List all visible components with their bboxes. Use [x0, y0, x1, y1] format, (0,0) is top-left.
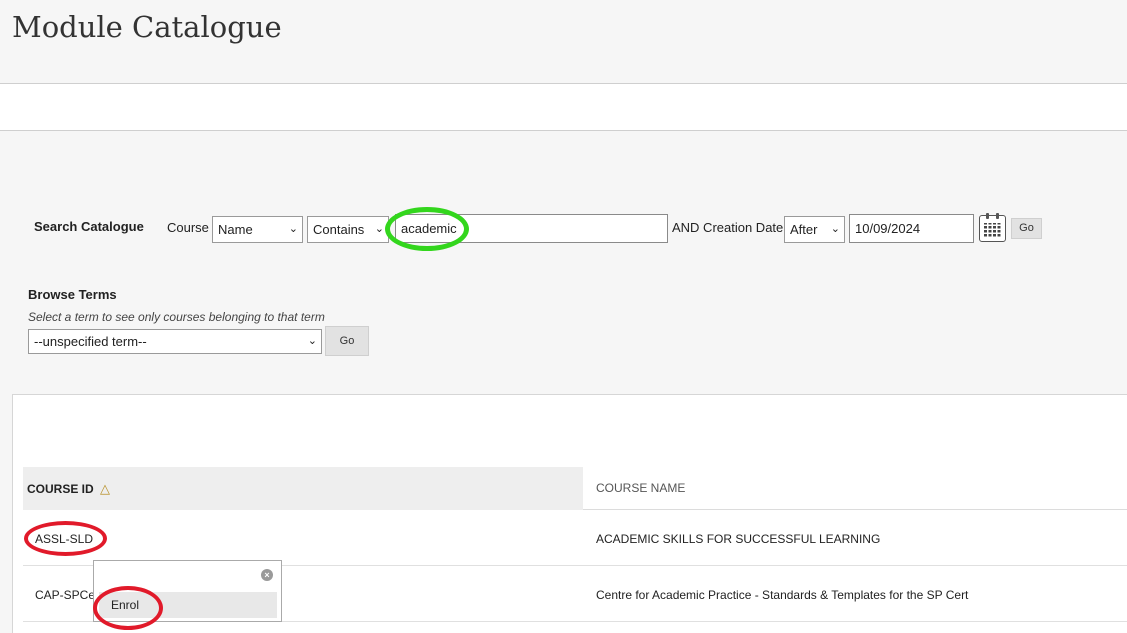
browse-terms-label: Browse Terms — [28, 287, 117, 302]
term-select-value: --unspecified term-- — [34, 334, 147, 349]
course-name: Centre for Academic Practice - Standards… — [596, 588, 969, 602]
search-operator-select[interactable]: Contains ⌄ — [307, 216, 389, 243]
search-catalogue-label: Search Catalogue — [34, 219, 144, 234]
chevron-down-icon: ⌄ — [830, 223, 840, 235]
date-operator-select[interactable]: After ⌄ — [784, 216, 845, 243]
highlight-annotation — [93, 586, 163, 630]
course-label: Course — [167, 220, 209, 235]
search-input[interactable]: academic — [395, 214, 668, 243]
browse-terms-hint: Select a term to see only courses belong… — [28, 310, 325, 324]
search-field-select-value: Name — [218, 222, 253, 237]
divider — [0, 130, 1127, 131]
course-id-link[interactable]: CAP-SPCe — [35, 588, 95, 602]
search-operator-select-value: Contains — [313, 222, 365, 237]
search-go-button[interactable]: Go — [1011, 218, 1042, 239]
divider — [583, 509, 1127, 510]
creation-date-label: AND Creation Date — [672, 220, 784, 235]
date-operator-select-value: After — [790, 222, 818, 237]
search-field-select[interactable]: Name ⌄ — [212, 216, 303, 243]
term-select[interactable]: --unspecified term-- ⌄ — [28, 329, 322, 354]
column-header-course-id-label[interactable]: COURSE ID △ — [27, 481, 110, 497]
close-icon[interactable]: × — [261, 569, 273, 581]
page-title: Module Catalogue — [12, 10, 282, 44]
browse-go-button[interactable]: Go — [325, 326, 369, 356]
search-input-value: academic — [401, 221, 457, 236]
calendar-icon[interactable] — [979, 213, 1006, 242]
chevron-down-icon: ⌄ — [307, 335, 317, 347]
column-header-course-name[interactable]: COURSE NAME — [596, 481, 685, 495]
sort-asc-icon: △ — [100, 481, 111, 496]
highlight-annotation — [24, 521, 107, 556]
date-input-value: 10/09/2024 — [855, 221, 921, 236]
chevron-down-icon: ⌄ — [288, 223, 298, 235]
date-input[interactable]: 10/09/2024 — [849, 214, 974, 243]
action-bar — [0, 84, 1127, 130]
chevron-down-icon: ⌄ — [374, 223, 384, 235]
course-name: ACADEMIC SKILLS FOR SUCCESSFUL LEARNING — [596, 532, 881, 546]
